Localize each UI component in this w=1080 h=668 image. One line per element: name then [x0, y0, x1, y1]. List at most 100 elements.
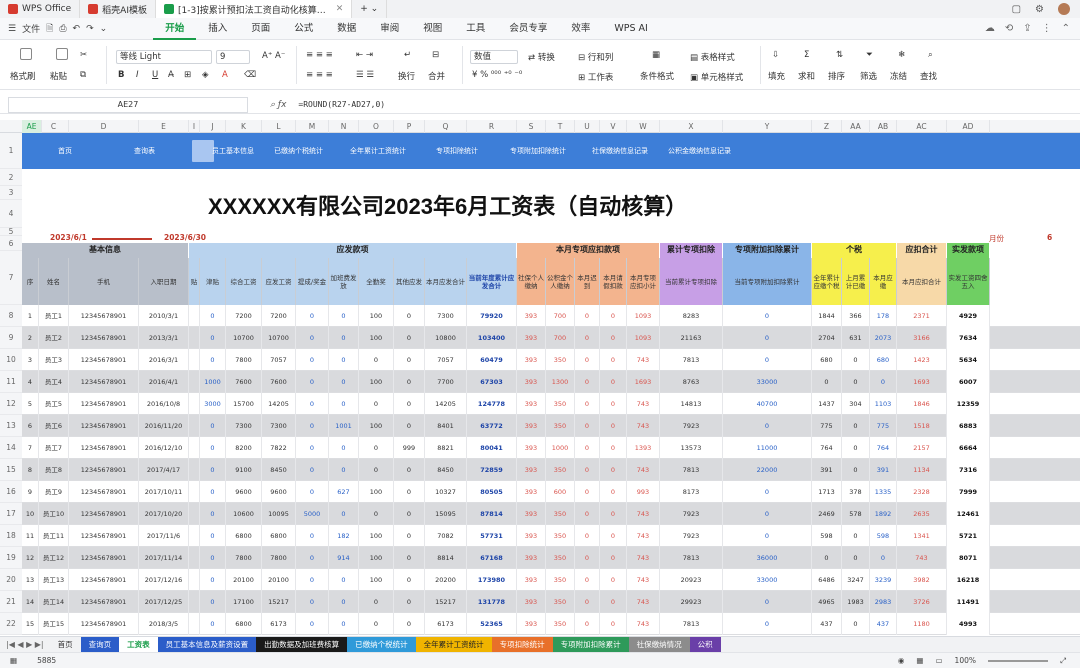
cell-so[interactable]: 393 [517, 591, 546, 613]
cell-mt[interactable]: 7700 [425, 371, 467, 393]
cell-comp[interactable]: 9100 [226, 459, 262, 481]
cell-so[interactable]: 393 [517, 547, 546, 569]
cell-yt[interactable]: 131778 [467, 591, 517, 613]
column-header-r[interactable]: R [467, 120, 517, 133]
cell-x[interactable] [189, 547, 200, 569]
cell-cs[interactable]: 13573 [660, 437, 723, 459]
cell-other[interactable]: 0 [394, 481, 425, 503]
row-header-6[interactable]: 6 [0, 236, 22, 251]
cell-name[interactable]: 员工3 [39, 349, 69, 371]
cell-cs[interactable]: 7923 [660, 525, 723, 547]
cell-allow[interactable]: 0 [200, 613, 226, 635]
cell-allow[interactable]: 0 [200, 591, 226, 613]
cell-ss[interactable]: 743 [627, 591, 660, 613]
cell-x[interactable] [189, 305, 200, 327]
cell-other[interactable]: 0 [394, 459, 425, 481]
sheet-tab[interactable]: 公积 [689, 636, 721, 653]
cell-phone[interactable]: 12345678901 [69, 481, 139, 503]
cell-le[interactable]: 0 [600, 415, 627, 437]
align-top-icon[interactable]: ≡ ≡ ≡ [306, 50, 333, 60]
cell-so[interactable]: 393 [517, 393, 546, 415]
column-header-k[interactable]: K [226, 120, 262, 133]
cell-name[interactable]: 员工5 [39, 393, 69, 415]
column-header-l[interactable]: L [262, 120, 296, 133]
cell-seq[interactable]: 2 [22, 327, 39, 349]
cell-mx[interactable]: 1892 [870, 503, 897, 525]
cell-other[interactable]: 0 [394, 547, 425, 569]
cell-pay[interactable]: 6800 [262, 525, 296, 547]
cell-lx[interactable]: 578 [842, 503, 870, 525]
cell-other[interactable]: 0 [394, 415, 425, 437]
cell-cs[interactable]: 7813 [660, 613, 723, 635]
nav-link[interactable]: 公积金缴纳信息记录 [668, 146, 731, 156]
cell-fu[interactable]: 350 [546, 613, 575, 635]
cell-full[interactable]: 100 [359, 327, 394, 349]
window-icon[interactable]: ▢ [1012, 4, 1021, 15]
cell-pay[interactable]: 7057 [262, 349, 296, 371]
cell-mx[interactable]: 598 [870, 525, 897, 547]
cell-ss[interactable]: 743 [627, 525, 660, 547]
cell-full[interactable]: 0 [359, 349, 394, 371]
cell-bonus[interactable]: 0 [296, 437, 329, 459]
font-grow-icon[interactable]: A⁺ A⁻ [262, 51, 285, 61]
bold-icon[interactable]: B [118, 70, 124, 80]
cell-bonus[interactable]: 0 [296, 547, 329, 569]
cell-cs[interactable]: 21163 [660, 327, 723, 349]
cell-mt[interactable]: 7082 [425, 525, 467, 547]
cell-seq[interactable]: 13 [22, 569, 39, 591]
cell-bonus[interactable]: 0 [296, 613, 329, 635]
cell-ot[interactable]: 1001 [329, 415, 359, 437]
cell-le[interactable]: 0 [600, 569, 627, 591]
view-page-icon[interactable]: ▭ [935, 656, 942, 665]
cell-yt[interactable]: 67303 [467, 371, 517, 393]
cell-la[interactable]: 0 [575, 481, 600, 503]
cell-fu[interactable]: 350 [546, 415, 575, 437]
cell-lx[interactable]: 366 [842, 305, 870, 327]
tab-docer-templates[interactable]: 稻壳AI模板 [80, 0, 156, 18]
cell-le[interactable]: 0 [600, 459, 627, 481]
sheet-tab[interactable]: 工资表 [119, 636, 158, 653]
cell-de[interactable]: 2371 [897, 305, 947, 327]
cell-la[interactable]: 0 [575, 327, 600, 349]
cell-comp[interactable]: 15700 [226, 393, 262, 415]
cell-le[interactable]: 0 [600, 481, 627, 503]
cell-allow[interactable]: 0 [200, 437, 226, 459]
cell-la[interactable]: 0 [575, 305, 600, 327]
cell-net[interactable]: 16218 [947, 569, 990, 591]
cell-so[interactable]: 393 [517, 327, 546, 349]
cell-name[interactable]: 员工12 [39, 547, 69, 569]
sum-button[interactable]: 求和 [798, 70, 815, 82]
cell-hire[interactable]: 2017/4/17 [139, 459, 189, 481]
cell-x[interactable] [189, 459, 200, 481]
undo-icon[interactable]: ↶ [73, 24, 81, 34]
row-header-12[interactable]: 12 [0, 393, 22, 415]
cell-ot[interactable]: 0 [329, 569, 359, 591]
cell-ca[interactable]: 0 [723, 591, 812, 613]
cell-pay[interactable]: 15217 [262, 591, 296, 613]
redo-icon[interactable]: ↷ [86, 24, 94, 34]
cell-comp[interactable]: 10600 [226, 503, 262, 525]
cell-allow[interactable]: 3000 [200, 393, 226, 415]
cell-ot[interactable]: 0 [329, 393, 359, 415]
menu-efficiency[interactable]: 效率 [559, 18, 602, 40]
cell-cs[interactable]: 7923 [660, 415, 723, 437]
cell-mx[interactable]: 1335 [870, 481, 897, 503]
column-header-j[interactable]: J [200, 120, 226, 133]
cell-de[interactable]: 2328 [897, 481, 947, 503]
cell-fu[interactable]: 700 [546, 305, 575, 327]
cell-ss[interactable]: 1693 [627, 371, 660, 393]
cell-pay[interactable]: 7800 [262, 547, 296, 569]
cell-ca[interactable]: 40700 [723, 393, 812, 415]
cell-so[interactable]: 393 [517, 371, 546, 393]
column-header-d[interactable]: D [69, 120, 139, 133]
cell-full[interactable]: 100 [359, 305, 394, 327]
view-layout-icon[interactable]: ▦ [916, 656, 923, 665]
cell-mt[interactable]: 20200 [425, 569, 467, 591]
cell-pay[interactable]: 10700 [262, 327, 296, 349]
menu-home[interactable]: 开始 [153, 18, 197, 40]
cell-cs[interactable]: 8763 [660, 371, 723, 393]
cell-name[interactable]: 员工14 [39, 591, 69, 613]
print-icon[interactable]: ⎙ [59, 24, 66, 34]
column-header-y[interactable]: Y [723, 120, 812, 133]
cell-ss[interactable]: 743 [627, 613, 660, 635]
